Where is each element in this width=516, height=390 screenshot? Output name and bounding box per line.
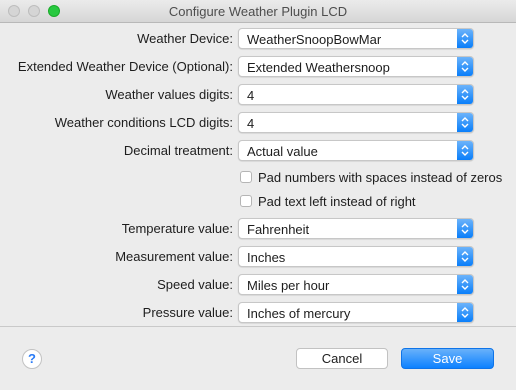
help-question-icon: ?	[28, 351, 36, 366]
speed-value: Miles per hour	[247, 278, 330, 293]
weather-device-value: WeatherSnoopBowMar	[247, 32, 382, 47]
title-bar: Configure Weather Plugin LCD	[0, 0, 516, 23]
pad-text-checkbox-row[interactable]: Pad text left instead of right	[240, 194, 516, 212]
popup-arrows-icon	[457, 247, 473, 266]
conditions-digits-value: 4	[247, 116, 255, 131]
decimal-treatment-select[interactable]: Actual value	[238, 140, 474, 161]
temperature-label: Temperature value:	[121, 221, 233, 236]
values-digits-label: Weather values digits:	[105, 87, 233, 102]
popup-arrows-icon	[457, 29, 473, 48]
extended-device-value: Extended Weathersnoop	[247, 60, 390, 75]
popup-arrows-icon	[457, 275, 473, 294]
measurement-value: Inches	[247, 250, 286, 265]
row-speed: Speed value: Miles per hour	[0, 274, 516, 296]
measurement-label: Measurement value:	[115, 249, 233, 264]
decimal-treatment-label: Decimal treatment:	[123, 143, 233, 158]
speed-select[interactable]: Miles per hour	[238, 274, 474, 295]
decimal-treatment-value: Actual value	[247, 144, 318, 159]
conditions-digits-select[interactable]: 4	[238, 112, 474, 133]
values-digits-value: 4	[247, 88, 255, 103]
conditions-digits-label: Weather conditions LCD digits:	[54, 115, 233, 130]
row-conditions-digits: Weather conditions LCD digits: 4	[0, 112, 516, 134]
pad-numbers-checkbox[interactable]	[240, 171, 252, 183]
configure-dialog: Configure Weather Plugin LCD Weather Dev…	[0, 0, 516, 390]
pressure-select[interactable]: Inches of mercury	[238, 302, 474, 323]
weather-device-select[interactable]: WeatherSnoopBowMar	[238, 28, 474, 49]
row-extended-device: Extended Weather Device (Optional): Exte…	[0, 56, 516, 78]
pressure-label: Pressure value:	[142, 305, 233, 320]
row-pressure: Pressure value: Inches of mercury	[0, 302, 516, 324]
popup-arrows-icon	[457, 219, 473, 238]
pad-text-checkbox[interactable]	[240, 195, 252, 207]
form-area: Weather Device: WeatherSnoopBowMar Exten…	[0, 23, 516, 326]
extended-device-label: Extended Weather Device (Optional):	[17, 59, 233, 74]
temperature-value: Fahrenheit	[247, 222, 310, 237]
pad-text-label: Pad text left instead of right	[258, 194, 416, 209]
measurement-select[interactable]: Inches	[238, 246, 474, 267]
pressure-value: Inches of mercury	[247, 306, 351, 321]
popup-arrows-icon	[457, 85, 473, 104]
dialog-footer: ? Cancel Save	[0, 327, 516, 390]
popup-arrows-icon	[457, 57, 473, 76]
popup-arrows-icon	[457, 303, 473, 322]
row-values-digits: Weather values digits: 4	[0, 84, 516, 106]
popup-arrows-icon	[457, 141, 473, 160]
pad-numbers-checkbox-row[interactable]: Pad numbers with spaces instead of zeros	[240, 170, 516, 188]
row-weather-device: Weather Device: WeatherSnoopBowMar	[0, 28, 516, 50]
weather-device-label: Weather Device:	[137, 31, 233, 46]
popup-arrows-icon	[457, 113, 473, 132]
help-button[interactable]: ?	[22, 349, 42, 369]
row-decimal-treatment: Decimal treatment: Actual value	[0, 140, 516, 162]
row-temperature: Temperature value: Fahrenheit	[0, 218, 516, 240]
values-digits-select[interactable]: 4	[238, 84, 474, 105]
row-measurement: Measurement value: Inches	[0, 246, 516, 268]
temperature-select[interactable]: Fahrenheit	[238, 218, 474, 239]
extended-device-select[interactable]: Extended Weathersnoop	[238, 56, 474, 77]
save-button[interactable]: Save	[401, 348, 494, 369]
pad-numbers-label: Pad numbers with spaces instead of zeros	[258, 170, 503, 185]
cancel-button[interactable]: Cancel	[296, 348, 388, 369]
speed-label: Speed value:	[157, 277, 233, 292]
window-title: Configure Weather Plugin LCD	[168, 4, 348, 19]
